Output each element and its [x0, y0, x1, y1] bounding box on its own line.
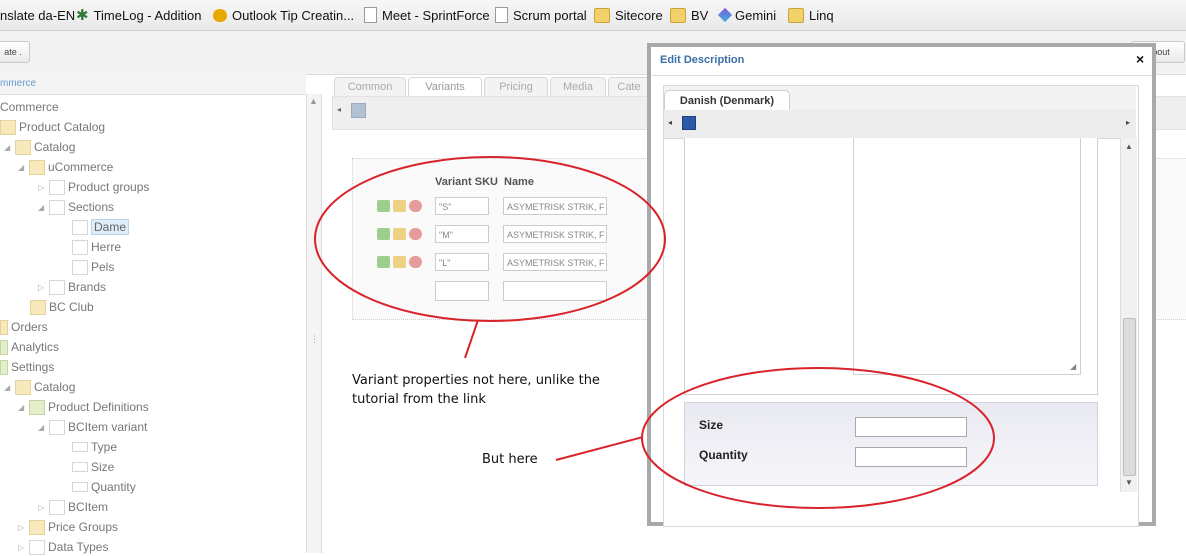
annotation-line-2 — [555, 436, 644, 461]
annotation-ellipse-variants — [314, 156, 666, 322]
annotation-ellipse-properties — [641, 367, 995, 509]
annotation-overlay — [314, 156, 995, 509]
annotation-line-1 — [464, 319, 479, 359]
